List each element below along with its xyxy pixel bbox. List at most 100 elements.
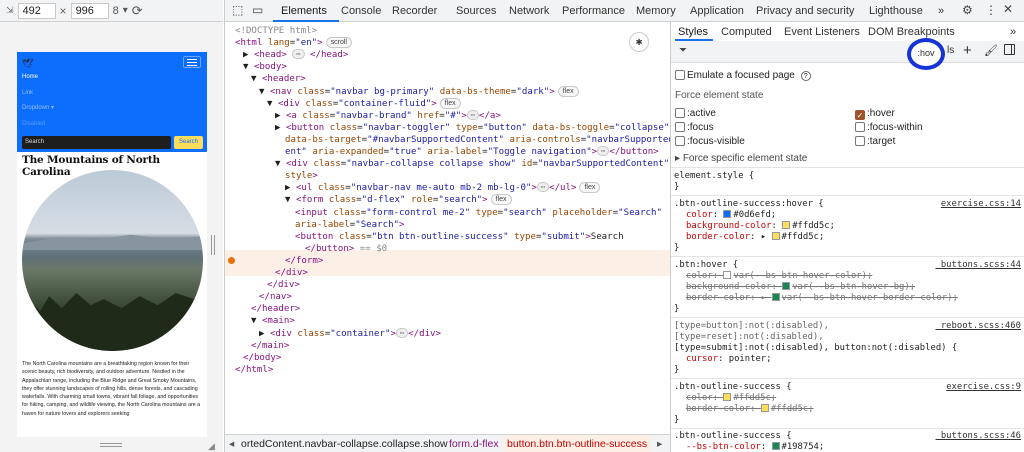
- state-hover-checkbox[interactable]: ✓: [855, 110, 865, 120]
- dom-line[interactable]: </button> == $0: [305, 243, 387, 256]
- color-swatch[interactable]: [782, 221, 791, 229]
- rule2-source-link[interactable]: _buttons.scss:44: [936, 260, 1022, 270]
- tab-network[interactable]: Network: [509, 5, 549, 17]
- color-swatch[interactable]: [723, 393, 732, 401]
- device-toggle-icon[interactable]: ▭: [252, 3, 263, 17]
- dom-line[interactable]: ▶ <div class="container"> ⋯ </div>: [259, 327, 441, 341]
- dom-line[interactable]: ▶ <button class="navbar-toggler" type="b…: [275, 122, 669, 135]
- new-rule-icon[interactable]: +: [963, 42, 972, 59]
- tab-application[interactable]: Application: [690, 5, 744, 17]
- color-swatch[interactable]: [782, 282, 791, 290]
- inspect-element-icon[interactable]: ⬚: [232, 3, 243, 17]
- dom-line[interactable]: data-bs-target="#navbarSupportedContent"…: [285, 134, 670, 147]
- breadcrumb-scroll-right-icon[interactable]: ▸: [657, 438, 662, 450]
- dom-line[interactable]: </header>: [251, 303, 300, 316]
- breadcrumb-item-button[interactable]: button.btn.btn-outline-success: [503, 435, 652, 452]
- rule3-selector-2[interactable]: [type=reset]:not(:disabled),: [674, 332, 1023, 343]
- dom-line[interactable]: ▼ <nav class="navbar bg-primary" data-bs…: [259, 85, 579, 99]
- dom-line[interactable]: <button class="btn btn-outline-success" …: [295, 231, 624, 244]
- rule2-prop2[interactable]: background-color: var(--bs-btn-hover-bg)…: [686, 282, 1024, 293]
- rule3-selector-3[interactable]: [type=submit]:not(:disabled), button:not…: [674, 343, 1023, 354]
- rule4-prop1[interactable]: color: #ffdd5c;: [686, 393, 1024, 404]
- tab-privacy[interactable]: Privacy and security: [756, 5, 854, 17]
- tab-computed[interactable]: Computed: [721, 26, 772, 38]
- color-swatch[interactable]: [760, 404, 769, 412]
- element-style-selector[interactable]: element.style {: [674, 171, 1023, 182]
- state-target[interactable]: :target: [855, 135, 923, 149]
- nav-link-home[interactable]: Home: [22, 74, 38, 80]
- dpr-selector[interactable]: 8: [113, 5, 119, 17]
- tab-console[interactable]: Console: [341, 5, 381, 17]
- breakpoint-dot[interactable]: [228, 257, 235, 264]
- rule3-prop1[interactable]: cursor: pointer;: [686, 354, 1024, 365]
- resize-corner-icon[interactable]: ◢: [208, 441, 215, 452]
- nav-link-link[interactable]: Link: [22, 90, 33, 96]
- dom-line[interactable]: </body>: [243, 352, 281, 365]
- dom-line[interactable]: ent" aria-expanded="true" aria-label="To…: [285, 146, 659, 159]
- rule5-prop1[interactable]: --bs-btn-color: #198754;: [686, 442, 1024, 452]
- rule1-prop1[interactable]: color: #0d6efd;: [686, 210, 1024, 221]
- dom-line[interactable]: </div>: [267, 279, 300, 292]
- search-input[interactable]: Search: [22, 136, 171, 149]
- dom-line[interactable]: ▼ <header>: [251, 73, 306, 86]
- resize-handle-right[interactable]: [211, 235, 215, 255]
- rule1-source-link[interactable]: exercise.css:14: [941, 199, 1021, 209]
- dom-line[interactable]: ▼ <body>: [243, 61, 287, 74]
- tab-styles[interactable]: Styles: [678, 26, 708, 38]
- tab-event-listeners[interactable]: Event Listeners: [784, 26, 860, 38]
- dom-line[interactable]: ▼ <div class="container-fluid"> flex: [267, 97, 461, 111]
- color-swatch[interactable]: [771, 293, 780, 301]
- dom-line[interactable]: ▼ <div class="navbar-collapse collapse s…: [275, 158, 669, 171]
- state-focus-within-checkbox[interactable]: [855, 122, 865, 132]
- tab-lighthouse[interactable]: Lighthouse: [869, 5, 923, 17]
- brand-logo[interactable]: 🕊: [22, 58, 33, 69]
- tab-sources[interactable]: Sources: [456, 5, 496, 17]
- dom-line[interactable]: </form>: [285, 255, 323, 268]
- state-active-checkbox[interactable]: [675, 108, 685, 118]
- search-button[interactable]: Search: [174, 136, 203, 149]
- more-panes-icon[interactable]: »: [1010, 26, 1016, 38]
- state-focus-visible[interactable]: :focus-visible: [675, 135, 745, 149]
- emulate-focused-checkbox[interactable]: [675, 70, 685, 80]
- breadcrumb-item-collapse[interactable]: ortedContent.navbar-collapse.collapse.sh…: [241, 438, 448, 450]
- breadcrumb-scroll-left-icon[interactable]: ◂: [229, 438, 234, 450]
- state-focus-checkbox[interactable]: [675, 122, 685, 132]
- throttle-dropdown-icon[interactable]: ▾: [123, 5, 128, 16]
- dom-line[interactable]: ▶ <head> ⋯ </head>: [243, 49, 348, 62]
- state-active[interactable]: :active: [675, 107, 745, 121]
- close-devtools-icon[interactable]: ✕: [1003, 2, 1013, 16]
- color-swatch[interactable]: [771, 442, 780, 450]
- sidebar-toggle-icon[interactable]: [1004, 44, 1015, 55]
- dom-line[interactable]: <html lang="en"> scroll: [235, 37, 352, 50]
- dom-line[interactable]: <!DOCTYPE html>: [235, 25, 317, 38]
- tab-dom-breakpoints[interactable]: DOM Breakpoints: [868, 26, 955, 38]
- force-specific-toggle[interactable]: ▸ Force specific element state: [675, 153, 807, 164]
- paint-brush-icon[interactable]: 🖌: [984, 44, 998, 57]
- color-swatch[interactable]: [723, 271, 732, 279]
- dom-line[interactable]: ▶ <a class="navbar-brand" href="#"> ⋯ </a>: [275, 109, 501, 123]
- dom-line[interactable]: aria-label="Search">: [295, 219, 405, 232]
- state-focus-within[interactable]: :focus-within: [855, 121, 923, 135]
- tab-memory[interactable]: Memory: [636, 5, 676, 17]
- state-hover[interactable]: ✓:hover: [855, 107, 923, 121]
- emulate-focused-row[interactable]: Emulate a focused page ?: [675, 70, 811, 81]
- rule2-prop3[interactable]: border-color: ▸ var(--bs-btn-hover-borde…: [686, 293, 1024, 304]
- dom-line[interactable]: </div>: [275, 267, 308, 280]
- a11y-person-icon[interactable]: ✱: [629, 32, 649, 52]
- device-height-input[interactable]: [70, 2, 109, 19]
- help-icon[interactable]: ?: [800, 71, 811, 81]
- rotate-icon[interactable]: ⟳: [132, 3, 143, 19]
- dom-line[interactable]: <input class="form-control me-2" type="s…: [295, 207, 662, 220]
- rule1-prop3[interactable]: border-color: ▸ #ffdd5c;: [686, 232, 1024, 243]
- cls-toggle-button[interactable]: ls: [947, 45, 954, 56]
- rule5-source-link[interactable]: _buttons.scss:46: [936, 431, 1022, 441]
- device-width-input[interactable]: [17, 2, 56, 19]
- state-target-checkbox[interactable]: [855, 136, 865, 146]
- rule4-source-link[interactable]: exercise.css:9: [946, 382, 1021, 392]
- more-tabs-icon[interactable]: »: [938, 5, 944, 17]
- filter-icon[interactable]: ⏷: [679, 45, 687, 56]
- dom-line[interactable]: style>: [285, 170, 318, 183]
- dom-line[interactable]: ▼ <form class="d-flex" role="search"> fle…: [285, 194, 512, 207]
- navbar-toggler[interactable]: [183, 56, 201, 68]
- dom-line[interactable]: </nav>: [259, 291, 292, 304]
